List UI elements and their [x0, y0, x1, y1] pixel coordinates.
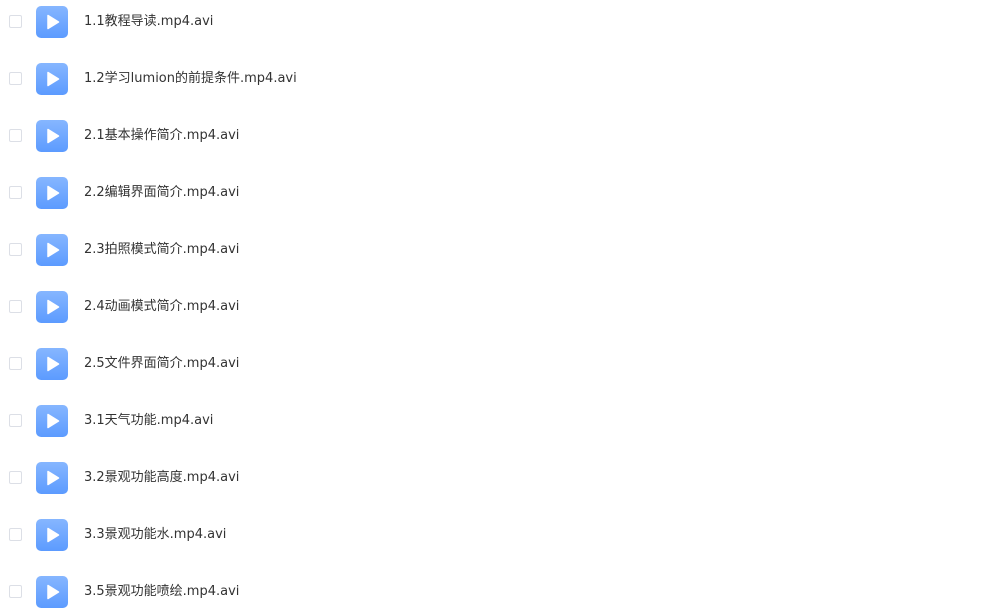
row-checkbox[interactable]	[9, 300, 22, 313]
play-icon	[36, 519, 68, 551]
file-name[interactable]: 1.2学习lumion的前提条件.mp4.avi	[84, 70, 297, 88]
file-name[interactable]: 2.3拍照模式简介.mp4.avi	[84, 241, 239, 259]
file-row[interactable]: 1.1教程导读.mp4.avi	[0, 0, 1000, 57]
file-row[interactable]: 2.2编辑界面简介.mp4.avi	[0, 171, 1000, 228]
play-icon	[36, 120, 68, 152]
file-name[interactable]: 3.1天气功能.mp4.avi	[84, 412, 213, 430]
row-checkbox[interactable]	[9, 15, 22, 28]
row-checkbox[interactable]	[9, 357, 22, 370]
play-icon	[36, 177, 68, 209]
file-row[interactable]: 2.5文件界面简介.mp4.avi	[0, 342, 1000, 399]
row-checkbox[interactable]	[9, 585, 22, 598]
row-checkbox[interactable]	[9, 72, 22, 85]
file-name[interactable]: 1.1教程导读.mp4.avi	[84, 13, 213, 31]
play-icon	[36, 234, 68, 266]
file-name[interactable]: 2.1基本操作简介.mp4.avi	[84, 127, 239, 145]
file-row[interactable]: 2.3拍照模式简介.mp4.avi	[0, 228, 1000, 285]
file-row[interactable]: 2.4动画模式简介.mp4.avi	[0, 285, 1000, 342]
play-icon	[36, 291, 68, 323]
file-row[interactable]: 2.1基本操作简介.mp4.avi	[0, 114, 1000, 171]
file-row[interactable]: 3.1天气功能.mp4.avi	[0, 399, 1000, 456]
file-row[interactable]: 3.5景观功能喷绘.mp4.avi	[0, 570, 1000, 613]
row-checkbox[interactable]	[9, 186, 22, 199]
row-checkbox[interactable]	[9, 471, 22, 484]
row-checkbox[interactable]	[9, 129, 22, 142]
row-checkbox[interactable]	[9, 414, 22, 427]
file-name[interactable]: 3.3景观功能水.mp4.avi	[84, 526, 226, 544]
play-icon	[36, 348, 68, 380]
file-name[interactable]: 2.5文件界面简介.mp4.avi	[84, 355, 239, 373]
play-icon	[36, 405, 68, 437]
file-list: 1.1教程导读.mp4.avi 1.2学习lumion的前提条件.mp4.avi…	[0, 0, 1000, 613]
play-icon	[36, 462, 68, 494]
row-checkbox[interactable]	[9, 528, 22, 541]
play-icon	[36, 576, 68, 608]
file-row[interactable]: 3.3景观功能水.mp4.avi	[0, 513, 1000, 570]
file-name[interactable]: 2.4动画模式简介.mp4.avi	[84, 298, 239, 316]
file-name[interactable]: 3.2景观功能高度.mp4.avi	[84, 469, 239, 487]
row-checkbox[interactable]	[9, 243, 22, 256]
play-icon	[36, 6, 68, 38]
file-name[interactable]: 2.2编辑界面简介.mp4.avi	[84, 184, 239, 202]
file-row[interactable]: 3.2景观功能高度.mp4.avi	[0, 456, 1000, 513]
play-icon	[36, 63, 68, 95]
file-name[interactable]: 3.5景观功能喷绘.mp4.avi	[84, 583, 239, 601]
file-row[interactable]: 1.2学习lumion的前提条件.mp4.avi	[0, 57, 1000, 114]
